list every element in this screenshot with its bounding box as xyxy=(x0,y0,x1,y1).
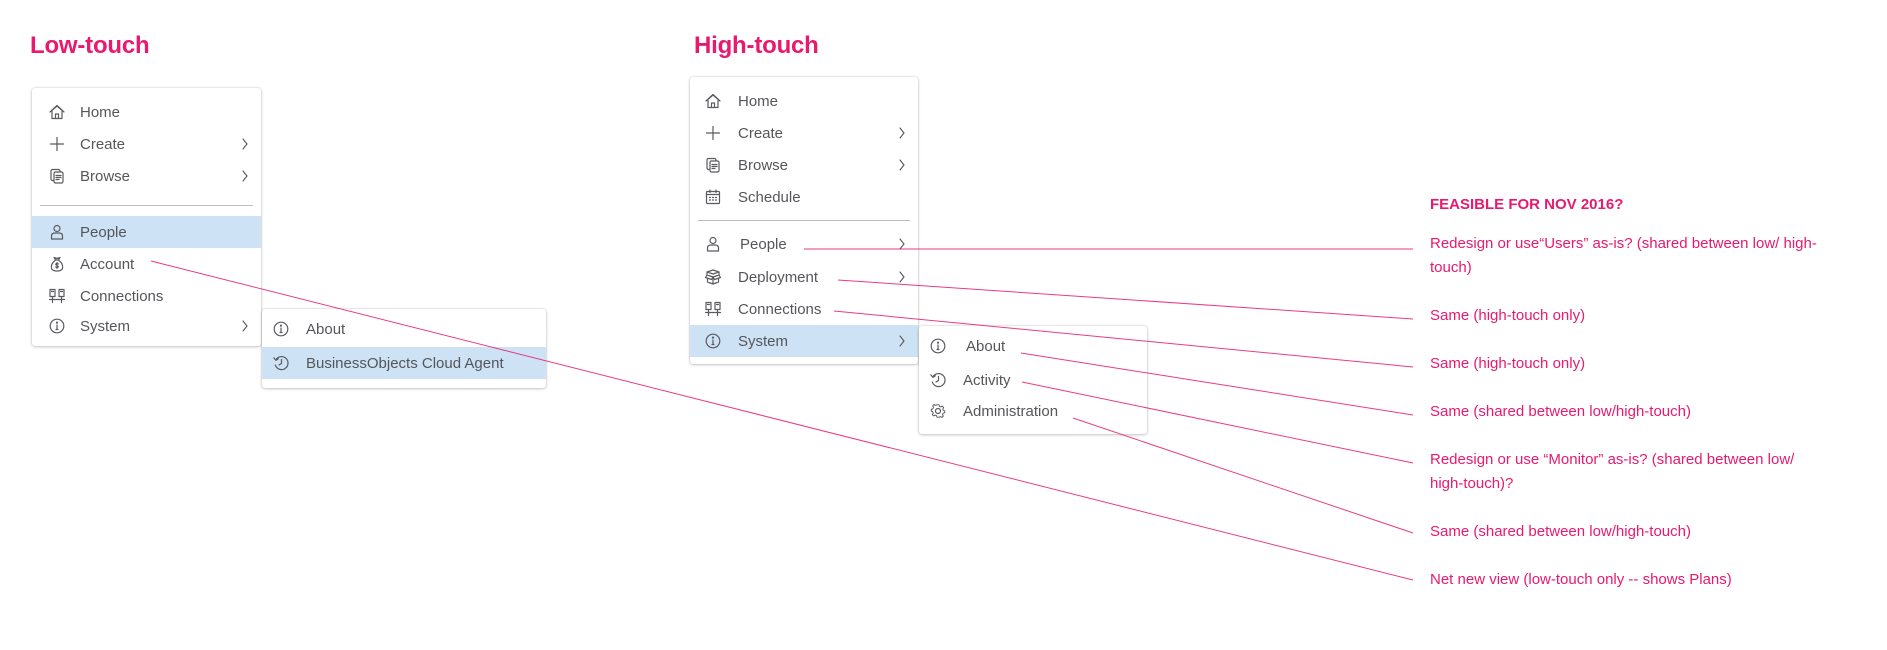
menu-item-label: Administration xyxy=(963,402,1059,420)
high-menu-item-people[interactable]: People xyxy=(690,228,918,260)
home-icon xyxy=(704,92,722,110)
high-menu-item-deployment[interactable]: Deployment xyxy=(690,261,918,293)
chevron-right-icon xyxy=(898,270,906,284)
money-bag-icon xyxy=(48,255,66,273)
package-icon xyxy=(704,268,722,286)
high-submenu-item-activity[interactable]: Activity xyxy=(919,364,1147,396)
plus-icon xyxy=(704,124,722,142)
high-submenu-item-administration[interactable]: Administration xyxy=(919,395,1147,427)
low-touch-system-submenu: About BusinessObjects Cloud Agent xyxy=(262,309,546,388)
plus-icon xyxy=(48,135,66,153)
high-menu-item-connections[interactable]: Connections xyxy=(690,293,918,325)
gear-icon xyxy=(929,402,947,420)
menu-item-label: Account xyxy=(80,255,135,273)
low-menu-item-system[interactable]: System xyxy=(32,310,261,342)
note-about: Same (shared between low/high-touch) xyxy=(1430,403,1691,420)
info-icon xyxy=(272,320,290,338)
menu-item-label: About xyxy=(966,337,1006,355)
documents-icon xyxy=(48,167,66,185)
menu-item-label: Activity xyxy=(963,371,1011,389)
chevron-right-icon xyxy=(898,126,906,140)
chevron-right-icon xyxy=(241,169,249,183)
chevron-right-icon xyxy=(898,334,906,348)
history-icon xyxy=(929,371,947,389)
menu-item-label: Connections xyxy=(80,287,164,305)
low-submenu-item-about[interactable]: About xyxy=(262,313,546,345)
menu-item-label: Browse xyxy=(80,167,131,185)
menu-divider xyxy=(40,205,253,206)
person-icon xyxy=(704,235,722,253)
high-touch-system-submenu: About Activity Administration xyxy=(919,326,1147,434)
documents-icon xyxy=(704,156,722,174)
notes-heading: FEASIBLE FOR NOV 2016? xyxy=(1430,196,1624,213)
menu-item-label: Home xyxy=(738,92,779,110)
note-deployment: Same (high-touch only) xyxy=(1430,307,1586,324)
high-menu-item-home[interactable]: Home xyxy=(690,85,918,117)
menu-item-label: Browse xyxy=(738,156,789,174)
note-people: Redesign or use“Users” as-is? (shared be… xyxy=(1430,235,1817,276)
menu-item-label: Deployment xyxy=(738,268,819,286)
note-account: Net new view (low-touch only -- shows Pl… xyxy=(1430,571,1732,588)
low-submenu-item-cloud-agent[interactable]: BusinessObjects Cloud Agent xyxy=(262,347,546,379)
chevron-right-icon xyxy=(898,237,906,251)
high-menu-item-create[interactable]: Create xyxy=(690,117,918,149)
note-activity: Redesign or use “Monitor” as-is? (shared… xyxy=(1430,451,1795,492)
high-touch-menu: Home Create Browse Schedule People Deplo… xyxy=(690,77,918,364)
low-menu-item-browse[interactable]: Browse xyxy=(32,160,261,192)
menu-item-label: Connections xyxy=(738,300,822,318)
chevron-right-icon xyxy=(898,158,906,172)
low-menu-item-create[interactable]: Create xyxy=(32,128,261,160)
note-administration: Same (shared between low/high-touch) xyxy=(1430,523,1691,540)
chevron-right-icon xyxy=(241,319,249,333)
low-menu-item-connections[interactable]: Connections xyxy=(32,280,261,312)
menu-item-label: Create xyxy=(738,124,784,142)
high-menu-item-schedule[interactable]: Schedule xyxy=(690,181,918,213)
high-touch-heading: High-touch xyxy=(694,32,819,59)
menu-item-label: About xyxy=(306,320,346,338)
calendar-icon xyxy=(704,188,722,206)
low-menu-item-people[interactable]: People xyxy=(32,216,261,248)
menu-item-label: System xyxy=(738,332,789,350)
menu-item-label: People xyxy=(80,223,127,241)
high-menu-item-system[interactable]: System xyxy=(690,325,918,357)
person-icon xyxy=(48,223,66,241)
menu-item-label: BusinessObjects Cloud Agent xyxy=(306,354,504,372)
connector-administration xyxy=(1072,417,1414,534)
connections-icon xyxy=(704,300,722,318)
menu-divider xyxy=(698,220,910,221)
high-submenu-item-about[interactable]: About xyxy=(919,330,1147,362)
menu-item-label: Home xyxy=(80,103,121,121)
chevron-right-icon xyxy=(241,137,249,151)
low-touch-heading: Low-touch xyxy=(30,32,150,59)
info-icon xyxy=(704,332,722,350)
menu-item-label: Create xyxy=(80,135,126,153)
history-icon xyxy=(272,354,290,372)
connections-icon xyxy=(48,287,66,305)
low-touch-menu: Home Create Browse People Account Connec… xyxy=(32,88,261,346)
low-menu-item-account[interactable]: Account xyxy=(32,248,261,280)
info-icon xyxy=(929,337,947,355)
info-icon xyxy=(48,317,66,335)
home-icon xyxy=(48,103,66,121)
menu-item-label: People xyxy=(740,235,787,253)
low-menu-item-home[interactable]: Home xyxy=(32,96,261,128)
note-connections: Same (high-touch only) xyxy=(1430,355,1586,372)
menu-item-label: System xyxy=(80,317,131,335)
menu-item-label: Schedule xyxy=(738,188,801,206)
high-menu-item-browse[interactable]: Browse xyxy=(690,149,918,181)
connector-deployment xyxy=(837,279,1414,320)
